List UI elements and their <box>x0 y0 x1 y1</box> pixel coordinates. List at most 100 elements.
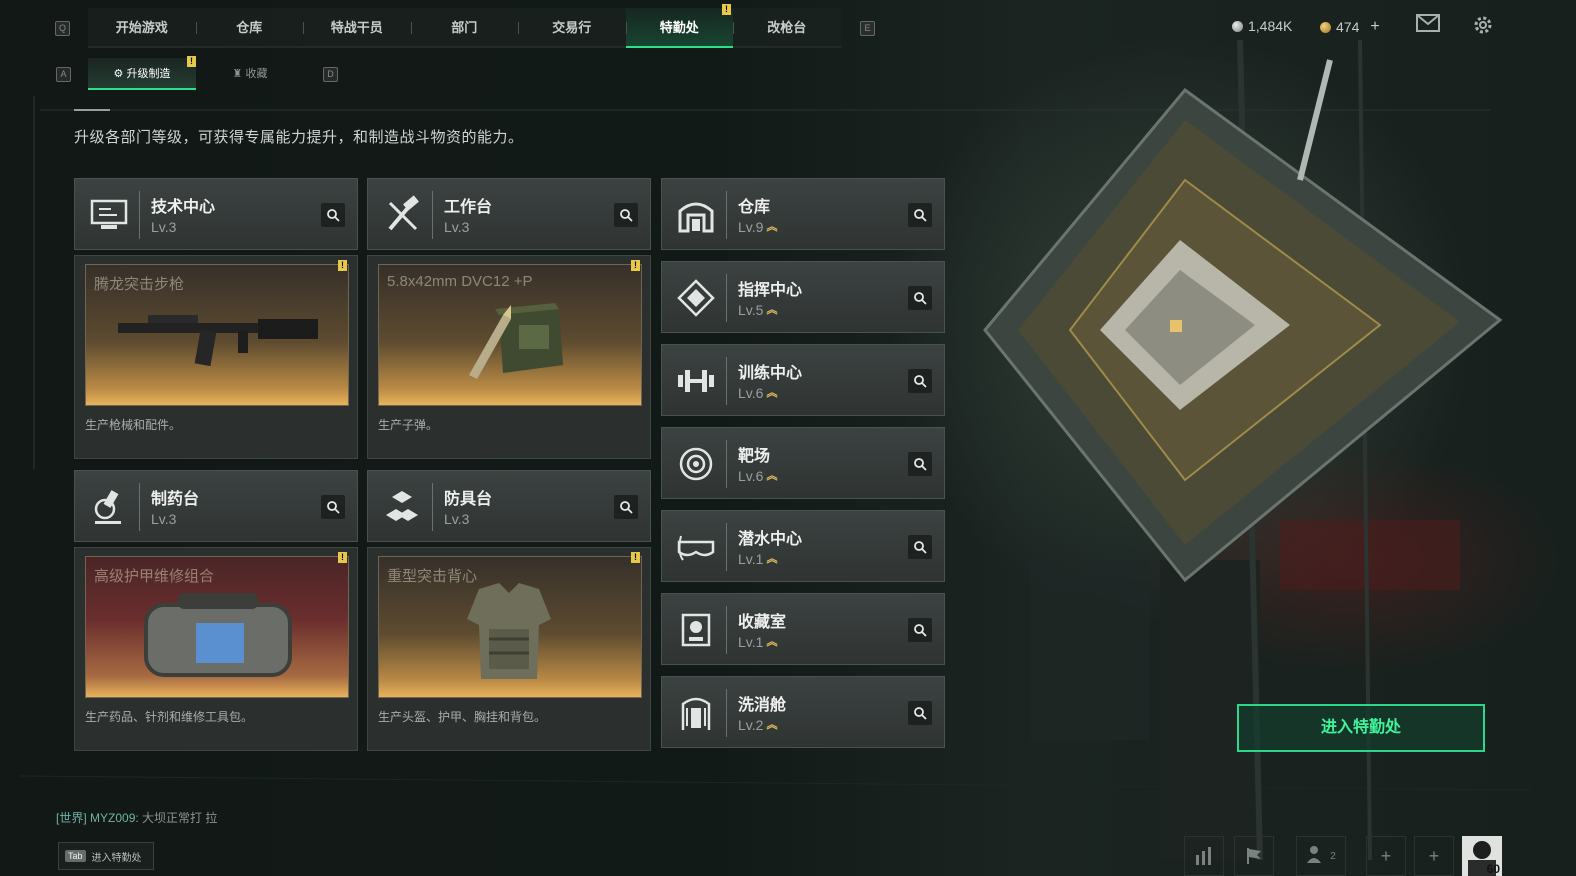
tab-warehouse[interactable]: 仓库 <box>195 8 303 48</box>
key-hint-next-tab: E <box>860 21 875 36</box>
facility-card-warehouse[interactable]: 仓库 Lv.9 ︽ <box>661 178 945 250</box>
currency-secondary-value: 474 <box>1336 19 1360 35</box>
gold-coin-icon <box>1320 21 1331 33</box>
facility-name: 洗消舱 <box>738 697 787 714</box>
upgrade-chevron-icon: ︽ <box>766 220 778 233</box>
tab-trade[interactable]: 交易行 <box>518 8 626 48</box>
search-icon[interactable] <box>908 701 932 725</box>
dept-card-workbench[interactable]: 工作台 Lv.3 <box>367 178 651 250</box>
facility-level-text: Lv.6 <box>738 468 764 484</box>
dept-card-armory[interactable]: 防具台 Lv.3 <box>367 470 651 542</box>
facility-card-training-center[interactable]: 训练中心 Lv.6 ︽ <box>661 344 945 416</box>
production-card-repair-kit[interactable]: 高级护甲维修组合 ! 生产药品、针剂和维修工具包。 <box>74 547 358 751</box>
search-icon[interactable] <box>614 495 638 519</box>
tab-special-ops[interactable]: 特勤处 ! <box>625 4 733 48</box>
ammo-box-image <box>469 303 563 379</box>
tab-hint-label: 进入特勤处 <box>91 852 142 864</box>
facility-level-text: Lv.6 <box>738 385 764 401</box>
production-card-ammo[interactable]: 5.8x42mm DVC12 +P ! 生产子弹。 <box>367 255 651 459</box>
upgrade-chevron-icon: ︽ <box>766 469 778 482</box>
facility-level: Lv.1 ︽ <box>738 551 777 567</box>
divider <box>432 483 433 531</box>
facility-card-collection-room[interactable]: 收藏室 Lv.1 ︽ <box>661 593 945 665</box>
search-icon[interactable] <box>908 452 932 476</box>
production-item-panel: 腾龙突击步枪 <box>85 264 349 406</box>
chat-user: MYZ009: <box>90 811 139 825</box>
search-icon[interactable] <box>614 203 638 227</box>
chat-channel: [世界] <box>56 811 87 825</box>
currency-secondary: 474 + <box>1320 18 1380 36</box>
warehouse-icon <box>668 187 724 243</box>
tab-key-label: Tab <box>65 850 86 862</box>
divider <box>726 274 727 322</box>
facility-card-diving-center[interactable]: 潜水中心 Lv.1 ︽ <box>661 510 945 582</box>
facility-level: Lv.9 ︽ <box>738 219 777 235</box>
vest-image <box>467 583 551 679</box>
settings-gear-icon[interactable] <box>1472 14 1494 42</box>
dept-card-tech-center[interactable]: 技术中心 Lv.3 <box>74 178 358 250</box>
facility-card-shooting-range[interactable]: 靶场 Lv.6 ︽ <box>661 427 945 499</box>
production-desc: 生产枪械和配件。 <box>85 418 182 432</box>
repair-bag-image <box>144 593 292 677</box>
production-card-rifle[interactable]: 腾龙突击步枪 ! 生产枪械和配件。 <box>74 255 358 459</box>
production-item-panel: 5.8x42mm DVC12 +P <box>378 264 642 406</box>
chat-line: [世界] MYZ009: 大坝正常打 拉 <box>56 809 217 826</box>
facility-level-text: Lv.2 <box>738 717 764 733</box>
facility-card-decon-chamber[interactable]: 洗消舱 Lv.2 ︽ <box>661 676 945 748</box>
tab-gunsmith[interactable]: 改枪台 <box>733 8 841 48</box>
dept-name: 制药台 <box>151 491 200 508</box>
search-icon[interactable] <box>908 369 932 393</box>
tab-start-game[interactable]: 开始游戏 <box>88 8 196 48</box>
rifle-image <box>118 315 318 367</box>
tab-departments[interactable]: 部门 <box>410 8 518 48</box>
player-avatar[interactable]: 60 <box>1462 836 1502 876</box>
search-icon[interactable] <box>908 618 932 642</box>
add-party-slot-icon[interactable]: + <box>1414 836 1454 876</box>
add-party-slot-icon[interactable]: + <box>1366 836 1406 876</box>
dumbbell-icon <box>668 353 724 409</box>
friends-count: 2 <box>1330 850 1336 862</box>
search-icon[interactable] <box>321 203 345 227</box>
tab-operators[interactable]: 特战干员 <box>303 8 411 48</box>
diving-mask-icon <box>668 519 724 575</box>
flag-icon[interactable] <box>1234 836 1274 876</box>
currency-primary: 1,484K <box>1232 18 1292 34</box>
monitor-icon <box>81 187 137 243</box>
search-icon[interactable] <box>908 535 932 559</box>
production-card-vest[interactable]: 重型突击背心 ! 生产头盔、护甲、胸挂和背包。 <box>367 547 651 751</box>
dept-card-pharmacy[interactable]: 制药台 Lv.3 <box>74 470 358 542</box>
divider <box>726 523 727 571</box>
subtab-upgrade-craft[interactable]: ⚙ 升级制造 ! <box>88 56 196 90</box>
craft-icon: ⚙ <box>113 68 127 80</box>
dept-level: Lv.3 <box>151 511 177 527</box>
subtab-favorites[interactable]: ♜ 收藏 <box>196 58 304 90</box>
subtab-favorites-label: 收藏 <box>245 68 268 80</box>
upgrade-chevron-icon: ︽ <box>766 303 778 316</box>
dept-name: 工作台 <box>444 199 493 216</box>
divider <box>726 440 727 488</box>
search-icon[interactable] <box>321 495 345 519</box>
silver-coin-icon <box>1232 20 1243 32</box>
add-currency-button[interactable]: + <box>1370 18 1379 36</box>
key-hint-next-subtab: D <box>323 67 338 82</box>
facility-level: Lv.2 ︽ <box>738 717 777 733</box>
divider <box>726 606 727 654</box>
tab-special-ops-label: 特勤处 <box>659 20 699 35</box>
mail-icon[interactable] <box>1416 14 1440 38</box>
facility-level-text: Lv.9 <box>738 219 764 235</box>
upgrade-chevron-icon: ︽ <box>766 386 778 399</box>
dept-level: Lv.3 <box>444 511 470 527</box>
facility-level: Lv.1 ︽ <box>738 634 777 650</box>
facility-level: Lv.6 ︽ <box>738 468 777 484</box>
stats-icon[interactable] <box>1184 836 1224 876</box>
production-item-name: 腾龙突击步枪 <box>94 276 185 293</box>
facility-card-command-center[interactable]: 指挥中心 Lv.5 ︽ <box>661 261 945 333</box>
search-icon[interactable] <box>908 203 932 227</box>
divider <box>726 689 727 737</box>
tab-hint-enter[interactable]: Tab 进入特勤处 <box>58 842 154 870</box>
search-icon[interactable] <box>908 286 932 310</box>
friends-button[interactable]: 2 <box>1296 836 1346 876</box>
top-nav: Q 开始游戏 仓库 特战干员 部门 交易行 特勤处 ! 改枪台 E 1,484K… <box>0 4 1576 48</box>
enter-special-ops-button[interactable]: 进入特勤处 <box>1237 704 1485 752</box>
divider <box>139 191 140 239</box>
